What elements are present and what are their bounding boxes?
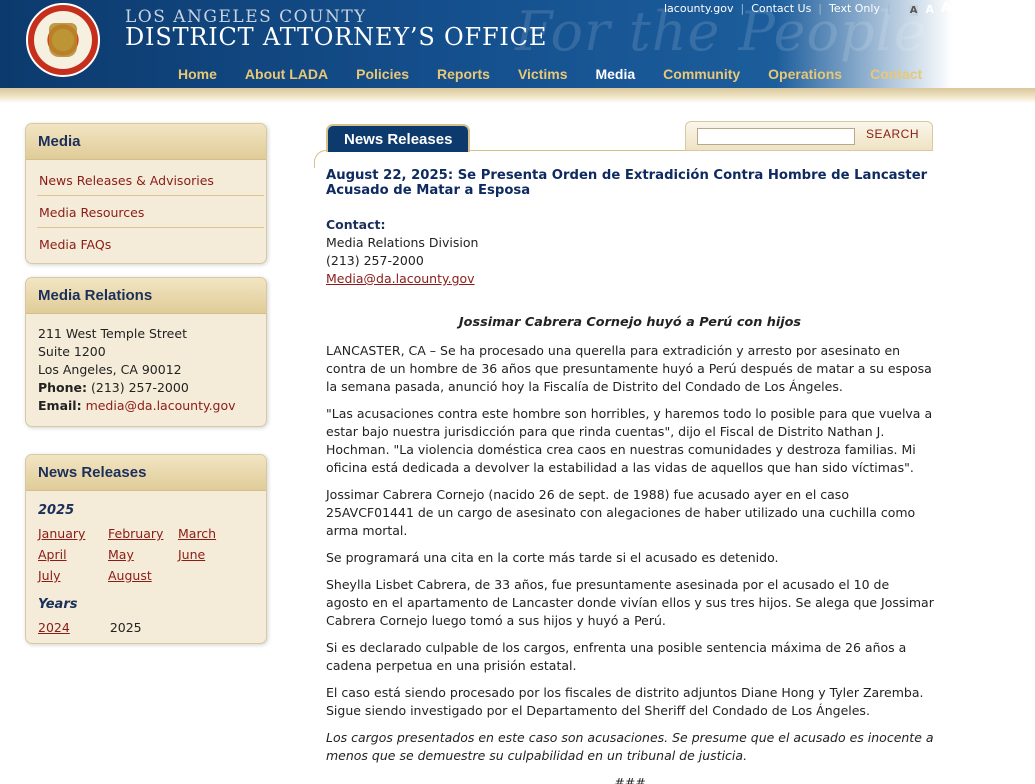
nav-contact[interactable]: Contact: [856, 66, 936, 82]
util-link-lacounty[interactable]: lacounty.gov: [664, 2, 734, 15]
archive-months: January February March April May June Ju…: [38, 526, 254, 583]
phone-label: Phone:: [38, 380, 88, 395]
util-separator: |: [740, 2, 745, 15]
nav-victims[interactable]: Victims: [504, 66, 582, 82]
month-link-january[interactable]: January: [38, 526, 108, 541]
nav-home[interactable]: Home: [164, 66, 231, 82]
address-email-row: Email: media@da.lacounty.gov: [38, 397, 254, 415]
month-link-june[interactable]: June: [178, 547, 248, 562]
sidebar-media-box: Media News Releases & Advisories Media R…: [25, 123, 267, 264]
font-size-medium-button[interactable]: A: [925, 3, 934, 16]
font-size-controls: A A A: [902, 1, 951, 16]
tab-news-releases[interactable]: News Releases: [326, 124, 471, 152]
email-link[interactable]: media@da.lacounty.gov: [86, 398, 236, 413]
article-paragraph: El caso está siendo procesado por los fi…: [326, 685, 924, 718]
month-link-august[interactable]: August: [108, 568, 178, 583]
main-nav: Home About LADA Policies Reports Victims…: [164, 66, 936, 82]
archive-years: 2024 2025: [38, 620, 254, 635]
month-link-may[interactable]: May: [108, 547, 178, 562]
site-header: For the People Los Angeles County Distri…: [0, 0, 1035, 88]
contact-email-link[interactable]: Media@da.lacounty.gov: [326, 271, 475, 286]
article-paragraph: Se programará una cita en la corte más t…: [326, 550, 779, 565]
utility-links: lacounty.gov | Contact Us | Text Only | …: [664, 1, 951, 16]
search-button[interactable]: SEARCH: [866, 127, 919, 141]
article-subtitle: Jossimar Cabrera Cornejo huyó a Perú con…: [458, 315, 802, 330]
article-title: August 22, 2025: Se Presenta Orden de Ex…: [326, 168, 928, 198]
article-paragraph: Sheylla Lisbet Cabrera, de 33 años, fue …: [326, 577, 934, 628]
year-current-2025: 2025: [109, 620, 142, 635]
archive-year-heading: 2025: [38, 503, 75, 518]
month-link-february[interactable]: February: [108, 526, 178, 541]
sidebar-news-releases-title: News Releases: [26, 455, 266, 491]
sidebar-media-relations-title: Media Relations: [26, 278, 266, 314]
font-size-small-button[interactable]: A: [908, 5, 919, 16]
sidebar-media-title: Media: [26, 124, 266, 160]
article-contact: Contact: Media Relations Division (213) …: [326, 216, 934, 288]
sidebar-media-relations-box: Media Relations 211 West Temple Street S…: [25, 277, 267, 427]
contact-label: Contact:: [326, 217, 386, 232]
nav-media[interactable]: Media: [581, 66, 649, 82]
address-phone-row: Phone: (213) 257-2000: [38, 379, 254, 397]
year-link-2024[interactable]: 2024: [38, 620, 70, 635]
contact-phone: (213) 257-2000: [326, 253, 424, 268]
article-paragraph: Jossimar Cabrera Cornejo (nacido 26 de s…: [326, 487, 916, 538]
util-separator: |: [818, 2, 823, 15]
sidebar-link-news-releases[interactable]: News Releases & Advisories: [39, 173, 214, 188]
sidebar-item-media-faqs: Media FAQs: [37, 228, 264, 259]
sidebar-news-releases-box: News Releases 2025 January February Marc…: [25, 454, 267, 644]
brand-office[interactable]: District Attorney’s Office: [125, 23, 547, 51]
nav-about-lada[interactable]: About LADA: [231, 66, 342, 82]
address-line-street: 211 West Temple Street: [38, 326, 187, 341]
news-article: August 22, 2025: Se Presenta Orden de Ex…: [326, 168, 934, 784]
nav-operations[interactable]: Operations: [754, 66, 856, 82]
util-link-contact-us[interactable]: Contact Us: [751, 2, 811, 15]
util-link-text-only[interactable]: Text Only: [829, 2, 880, 15]
archive-years-heading: Years: [38, 597, 78, 612]
article-disclaimer: Los cargos presentados en este caso son …: [326, 730, 934, 763]
header-divider: [0, 88, 1035, 103]
font-size-large-button[interactable]: A: [941, 1, 951, 16]
sidebar-link-media-resources[interactable]: Media Resources: [39, 205, 144, 220]
news-releases-archive: 2025 January February March April May Ju…: [26, 491, 266, 643]
address-line-city: Los Angeles, CA 90012: [38, 362, 182, 377]
article-paragraph: "Las acusaciones contra este hombre son …: [326, 406, 933, 475]
article-paragraph: Si es declarado culpable de los cargos, …: [326, 640, 907, 673]
content-frame-border: [314, 150, 933, 168]
address-line-suite: Suite 1200: [38, 344, 106, 359]
nav-reports[interactable]: Reports: [423, 66, 504, 82]
month-link-march[interactable]: March: [178, 526, 248, 541]
email-label: Email:: [38, 398, 82, 413]
sidebar-link-media-faqs[interactable]: Media FAQs: [39, 237, 111, 252]
sidebar-item-news-releases: News Releases & Advisories: [37, 164, 264, 196]
search-bar: SEARCH: [685, 121, 933, 151]
article-end-mark: ###: [614, 775, 646, 784]
article-paragraph: LANCASTER, CA – Se ha procesado una quer…: [326, 343, 932, 394]
search-input[interactable]: [697, 128, 855, 145]
nav-community[interactable]: Community: [649, 66, 754, 82]
util-separator: |: [886, 2, 891, 15]
month-link-july[interactable]: July: [38, 568, 108, 583]
contact-org: Media Relations Division: [326, 235, 479, 250]
seal-emblem-icon: [49, 23, 77, 57]
media-relations-address: 211 West Temple Street Suite 1200 Los An…: [26, 314, 266, 426]
month-link-april[interactable]: April: [38, 547, 108, 562]
nav-policies[interactable]: Policies: [342, 66, 423, 82]
sidebar-item-media-resources: Media Resources: [37, 196, 264, 228]
district-attorney-seal-logo[interactable]: [26, 3, 100, 77]
phone-value: (213) 257-2000: [91, 380, 189, 395]
sidebar-media-menu: News Releases & Advisories Media Resourc…: [26, 160, 266, 263]
